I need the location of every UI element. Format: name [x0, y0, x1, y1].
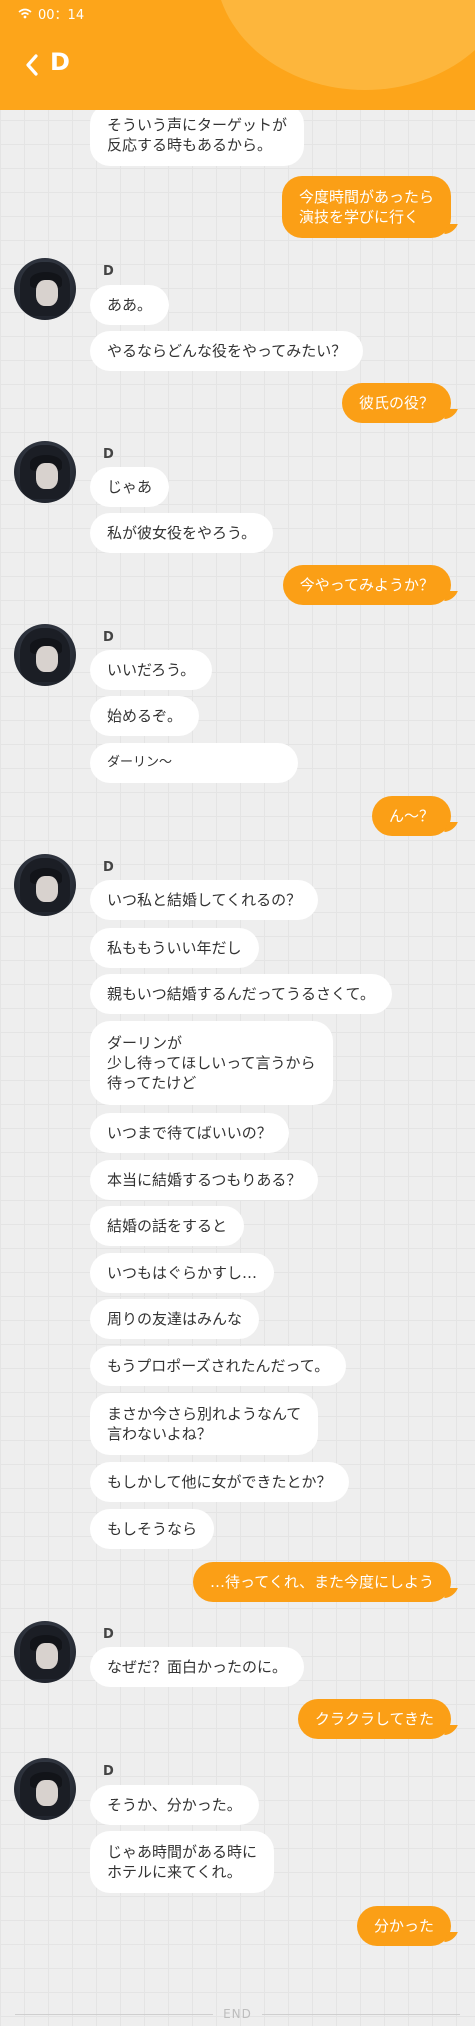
message-bubble: いつもはぐらかすし…	[90, 1253, 275, 1293]
status-bar: 00：14	[18, 4, 84, 23]
avatar[interactable]	[14, 1621, 76, 1683]
message-bubble: じゃあ	[90, 467, 170, 507]
message-bubble: ダーリンが 少し待ってほしいって言うから 待ってたけど	[90, 1021, 333, 1105]
message-bubble: 私ももういい年だし	[90, 928, 259, 968]
my-message-bubble: ん～？	[371, 796, 451, 836]
chevron-left-icon	[26, 54, 38, 76]
my-message-bubble: 今やってみようか？	[282, 565, 451, 605]
sender-name: D	[103, 630, 114, 645]
message-bubble: 周りの友達はみんな	[90, 1299, 260, 1339]
sender-name: D	[103, 264, 114, 279]
sender-name: D	[103, 860, 114, 875]
message-bubble: 私が彼女役をやろう。	[90, 513, 274, 553]
back-button[interactable]	[20, 50, 44, 80]
status-time: 00：14	[38, 8, 85, 23]
app-header: 00：14 D	[0, 0, 475, 110]
message-bubble: やるならどんな役をやってみたい？	[90, 331, 364, 371]
my-message-bubble: 彼氏の役？	[341, 383, 451, 423]
message-bubble: いつ私と結婚してくれるの？	[90, 880, 319, 920]
sender-name: D	[103, 1764, 114, 1779]
end-divider: END	[15, 2004, 460, 2024]
end-label: END	[223, 2007, 252, 2021]
message-bubble: 始めるぞ。	[90, 696, 200, 736]
wifi-icon	[18, 8, 32, 19]
avatar[interactable]	[14, 1758, 76, 1820]
message-bubble: じゃあ時間がある時に ホテルに来てくれ。	[90, 1831, 275, 1893]
message-bubble: なぜだ？面白かったのに。	[90, 1647, 305, 1687]
my-message-bubble: 分かった	[356, 1906, 451, 1946]
sender-name: D	[103, 447, 114, 462]
sender-name: D	[103, 1627, 114, 1642]
header-decoration	[215, 0, 475, 90]
message-bubble: 親もいつ結婚するんだってうるさくて。	[90, 974, 393, 1014]
avatar[interactable]	[14, 258, 76, 320]
page-title: D	[50, 48, 70, 76]
avatar[interactable]	[14, 441, 76, 503]
message-bubble: いいだろう。	[90, 650, 213, 690]
message-bubble: もしそうなら	[90, 1509, 215, 1549]
divider-line	[261, 2013, 460, 2015]
message-bubble: いつまで待てばいいの？	[90, 1113, 289, 1153]
message-bubble: 本当に結婚するつもりある？	[90, 1160, 319, 1200]
message-bubble: ああ。	[90, 285, 170, 325]
my-message-bubble: クラクラしてきた	[297, 1699, 451, 1739]
message-bubble: もしかして他に女ができたとか？	[90, 1462, 349, 1502]
avatar[interactable]	[14, 624, 76, 686]
avatar[interactable]	[14, 854, 76, 916]
my-message-bubble: …待ってくれ、また今度にしよう	[193, 1562, 451, 1602]
message-bubble: 結婚の話をすると	[90, 1206, 245, 1246]
message-bubble: もうプロポーズされたんだって。	[90, 1346, 347, 1386]
divider-line	[15, 2013, 214, 2015]
my-message-bubble: 今度時間があったら 演技を学びに行く	[281, 176, 451, 238]
message-bubble: そういう声にターゲットが 反応する時もあるから。	[90, 104, 305, 166]
message-bubble: ダーリン～	[90, 743, 298, 783]
message-bubble: そうか、分かった。	[90, 1785, 259, 1825]
message-bubble: まさか今さら別れようなんて 言わないよね？	[90, 1393, 319, 1455]
